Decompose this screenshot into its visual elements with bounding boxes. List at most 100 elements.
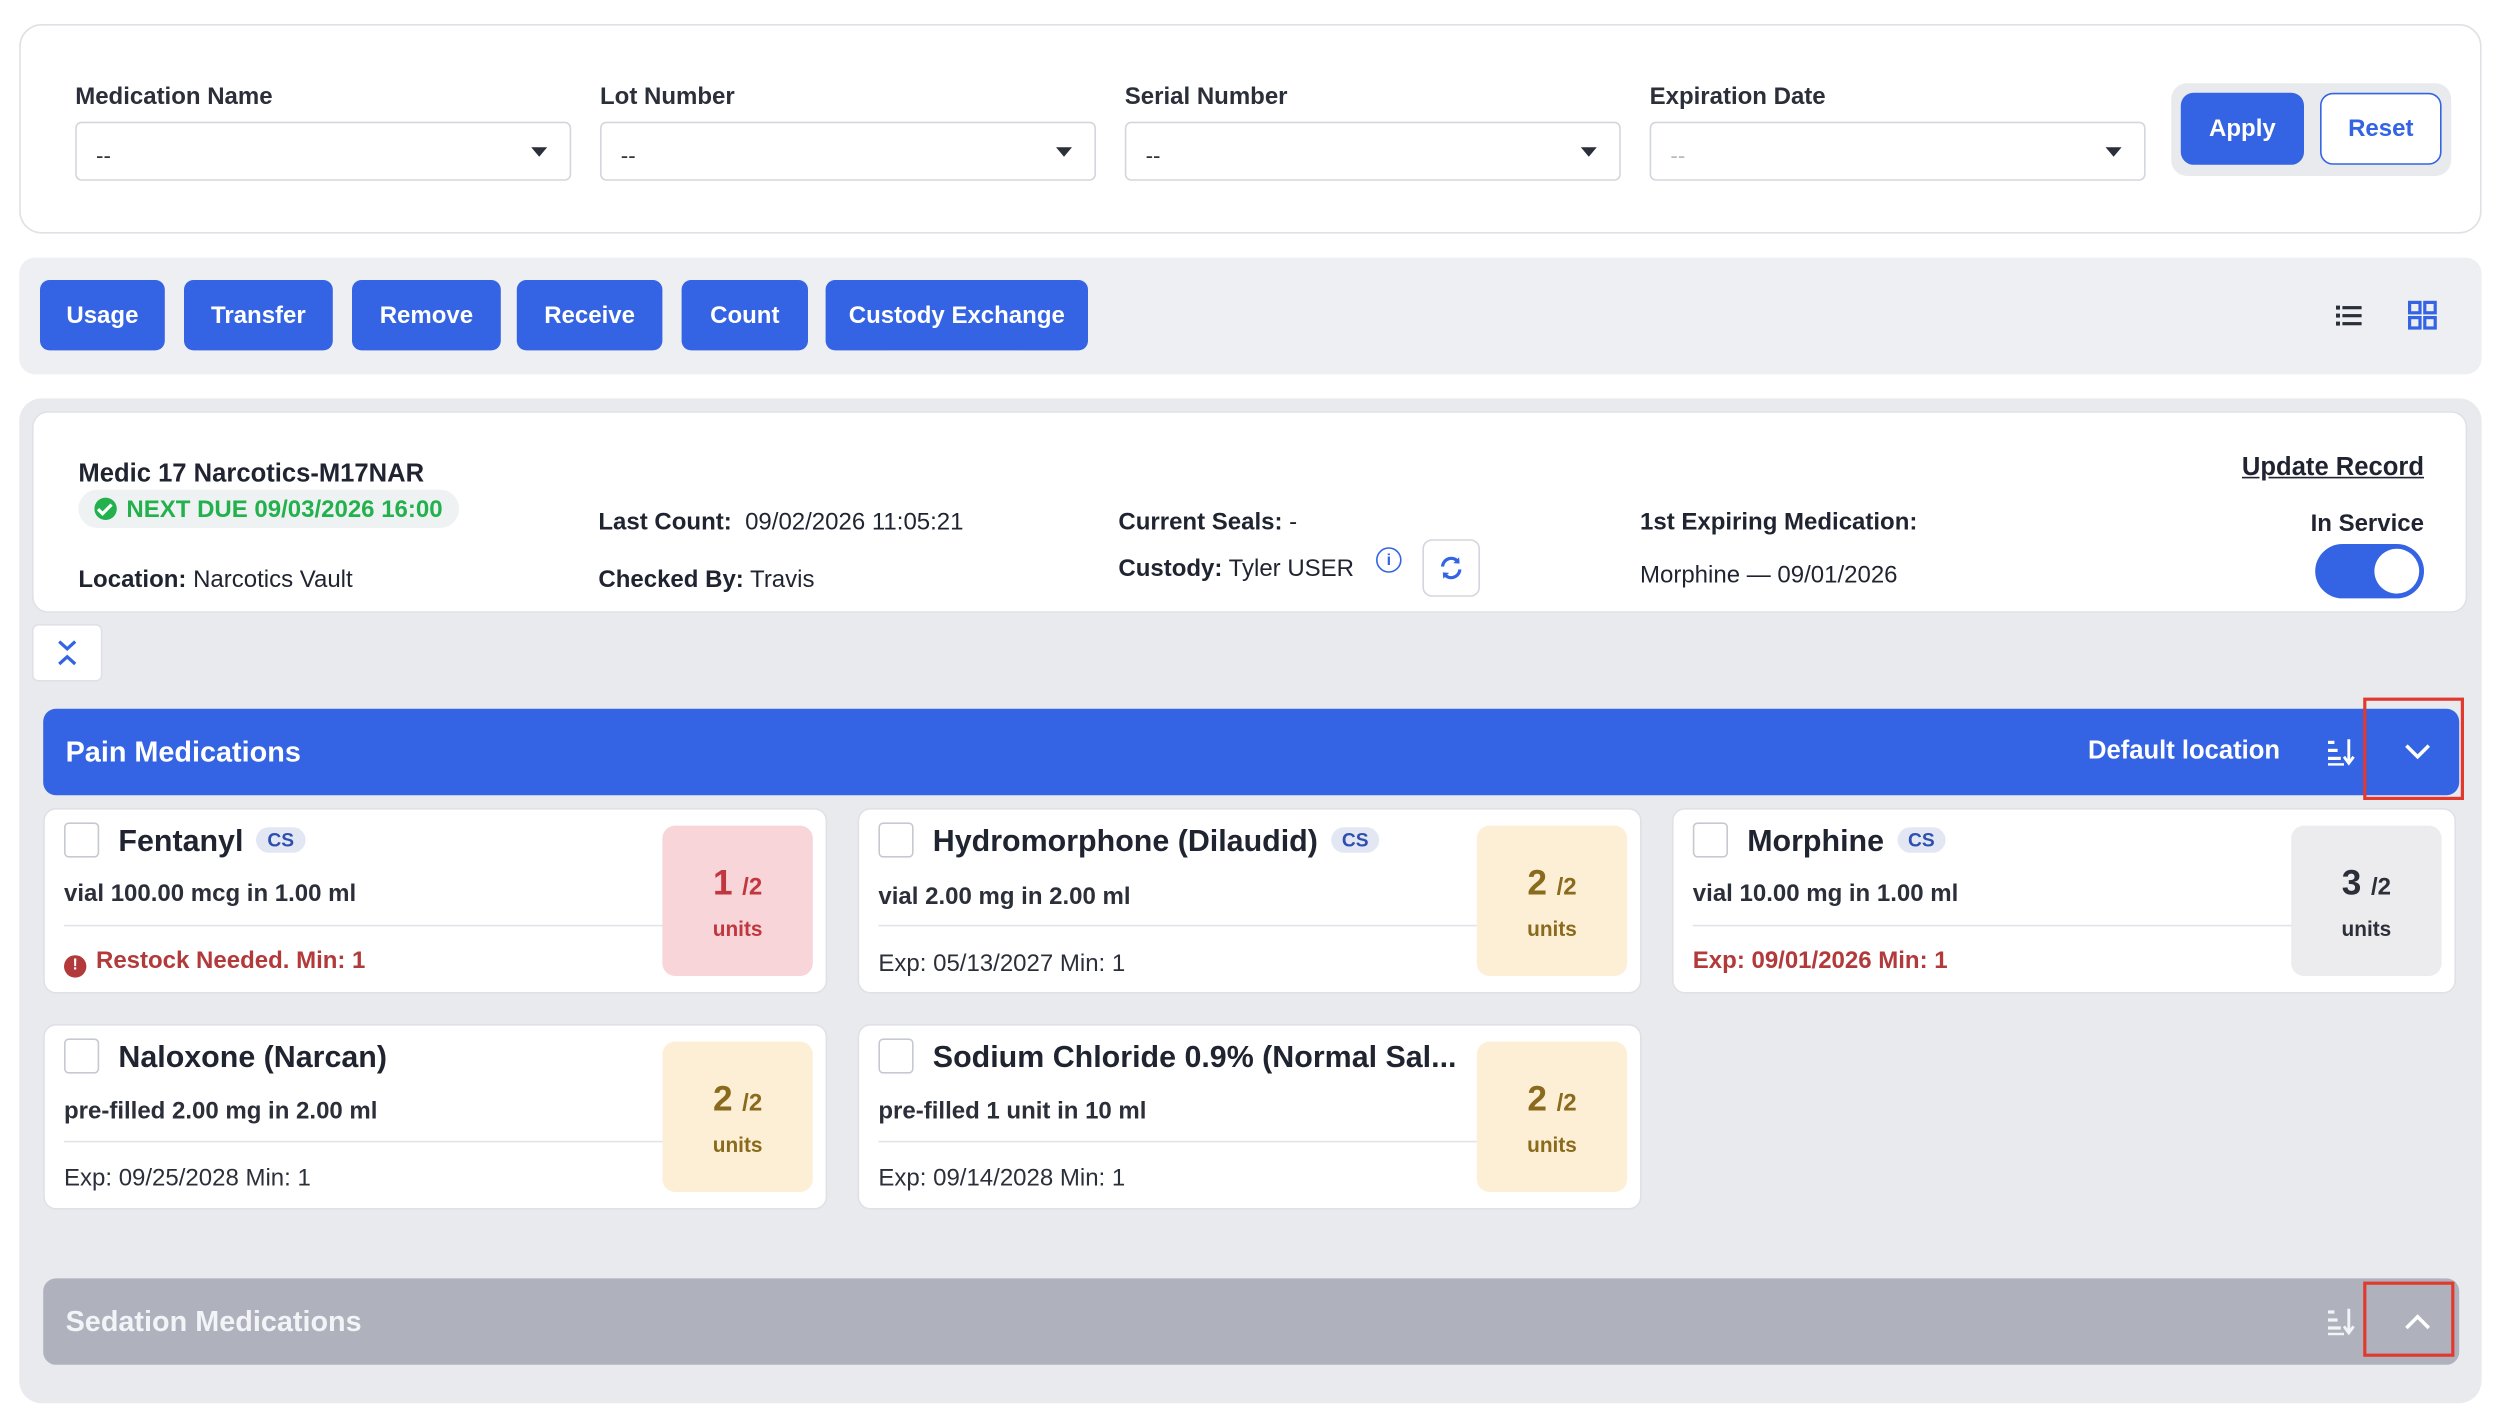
reset-button[interactable]: Reset: [2320, 92, 2442, 165]
qty-unit: units: [2341, 916, 2392, 940]
serial-number-select[interactable]: --: [1124, 121, 1621, 181]
qty-total: /2: [1556, 872, 1577, 900]
custody-exchange-button[interactable]: Custody Exchange: [825, 280, 1088, 351]
in-service-label: In Service: [2310, 510, 2424, 538]
update-record-link[interactable]: Update Record: [2242, 454, 2424, 483]
qty-box: 2/2 units: [1476, 825, 1628, 976]
qty-total: /2: [1556, 1088, 1577, 1116]
grid-view-icon[interactable]: [2406, 299, 2438, 331]
qty-unit: units: [712, 1132, 763, 1156]
remove-button[interactable]: Remove: [352, 280, 501, 351]
med-checkbox[interactable]: [878, 822, 914, 858]
collapse-chevrons-icon: [58, 640, 77, 666]
qty-unit: units: [1527, 1132, 1577, 1156]
med-name: Fentanyl CS: [118, 826, 306, 861]
usage-button[interactable]: Usage: [40, 280, 165, 351]
first-expiring-info: 1st Expiring Medication:: [1640, 509, 1917, 536]
qty-unit: units: [712, 916, 763, 940]
filter-lot-number: Lot Number --: [600, 83, 1096, 181]
check-circle-icon: [94, 497, 117, 520]
filter-label: Expiration Date: [1649, 83, 1826, 111]
divider: [878, 924, 1484, 927]
cs-badge: CS: [1330, 827, 1380, 853]
checked-by-value: Travis: [750, 566, 815, 594]
highlight-box: [2363, 697, 2464, 800]
first-expiring-value: Morphine — 09/01/2026: [1640, 561, 1898, 589]
filter-serial-number: Serial Number --: [1124, 83, 1621, 181]
filter-label: Lot Number: [600, 83, 735, 111]
refresh-icon: [1440, 556, 1462, 580]
med-card[interactable]: Morphine CS vial 10.00 mg in 1.00 ml Exp:…: [1672, 808, 2456, 994]
info-icon[interactable]: i: [1376, 547, 1402, 573]
med-card[interactable]: Naloxone (Narcan) pre-filled 2.00 mg in …: [43, 1024, 828, 1210]
group-title: Sedation Medications: [65, 1304, 362, 1337]
med-card[interactable]: Fentanyl CS vial 100.00 mcg in 1.00 ml ! R…: [43, 808, 828, 994]
group-header-sedation[interactable]: Sedation Medications: [43, 1278, 2460, 1365]
divider: [64, 1140, 669, 1143]
cs-badge: CS: [256, 827, 306, 853]
unit-info-card: Medic 17 Narcotics-M17NAR NEXT DUE 09/03…: [32, 411, 2468, 613]
sort-icon[interactable]: [2325, 736, 2357, 768]
med-form: vial 100.00 mcg in 1.00 ml: [64, 880, 357, 908]
med-form: pre-filled 2.00 mg in 2.00 ml: [64, 1097, 378, 1125]
med-status: Exp: 09/25/2028 Min: 1: [64, 1164, 311, 1192]
filter-label: Serial Number: [1124, 83, 1288, 111]
medication-name-select[interactable]: --: [75, 121, 572, 181]
qty-count: 1: [712, 861, 733, 902]
expiration-date-select[interactable]: --: [1649, 121, 2146, 181]
count-button[interactable]: Count: [681, 280, 808, 351]
med-status: Exp: 09/01/2026 Min: 1: [1692, 947, 1948, 975]
last-count-label: Last Count:: [598, 508, 732, 536]
checked-by-info: Checked By: Travis: [598, 566, 814, 593]
med-checkbox[interactable]: [878, 1038, 914, 1074]
next-due-badge: NEXT DUE 09/03/2026 16:00: [78, 489, 459, 528]
divider: [878, 1140, 1484, 1143]
group-title: Pain Medications: [65, 735, 301, 768]
caret-down-icon: [531, 147, 548, 157]
custody-label: Custody:: [1118, 555, 1223, 583]
med-status: Exp: 05/13/2027 Min: 1: [878, 950, 1126, 978]
receive-button[interactable]: Receive: [516, 280, 663, 351]
transfer-button[interactable]: Transfer: [184, 280, 333, 351]
location-label: Location:: [78, 566, 187, 594]
caret-down-icon: [1056, 147, 1072, 157]
filter-medication-name: Medication Name --: [75, 83, 572, 181]
sort-icon[interactable]: [2325, 1306, 2357, 1338]
default-location-label[interactable]: Default location: [2088, 709, 2280, 795]
qty-total: /2: [742, 1088, 763, 1116]
apply-button[interactable]: Apply: [2180, 92, 2304, 165]
med-form: pre-filled 1 unit in 10 ml: [878, 1097, 1147, 1125]
last-count-info: Last Count: 09/02/2026 11:05:21: [598, 509, 963, 536]
group-header-pain[interactable]: Pain Medications Default location: [43, 708, 2460, 796]
last-count-value: 09/02/2026 11:05:21: [745, 508, 964, 536]
action-bar: Usage Transfer Remove Receive Count Cust…: [19, 257, 2482, 375]
med-checkbox[interactable]: [64, 822, 100, 858]
qty-count: 3: [2341, 861, 2362, 902]
divider: [64, 924, 669, 927]
med-checkbox[interactable]: [1692, 822, 1728, 858]
med-form: vial 10.00 mg in 1.00 ml: [1692, 880, 1959, 908]
checked-by-label: Checked By:: [598, 566, 744, 594]
qty-box: 2/2 units: [1476, 1041, 1628, 1192]
collapse-all-button[interactable]: [32, 624, 103, 682]
med-checkbox[interactable]: [64, 1038, 100, 1074]
qty-count: 2: [712, 1077, 733, 1118]
location-value: Narcotics Vault: [193, 566, 353, 594]
qty-unit: units: [1527, 916, 1577, 940]
seals-info: Current Seals: -: [1118, 509, 1297, 536]
med-card[interactable]: Sodium Chloride 0.9% (Normal Sal... pre-…: [857, 1024, 1642, 1210]
in-service-toggle[interactable]: [2315, 544, 2424, 599]
med-status: Exp: 09/14/2028 Min: 1: [878, 1164, 1126, 1192]
custody-info: Custody: Tyler USER: [1118, 555, 1354, 582]
refresh-custody-button[interactable]: [1422, 539, 1480, 597]
unit-name: Medic 17 Narcotics-M17NAR: [78, 460, 425, 488]
qty-total: /2: [742, 872, 763, 900]
lot-number-select[interactable]: --: [600, 121, 1096, 181]
list-view-icon[interactable]: [2333, 299, 2365, 331]
location-info: Location: Narcotics Vault: [78, 566, 352, 593]
custody-value: Tyler USER: [1228, 555, 1355, 583]
med-card[interactable]: Hydromorphone (Dilaudid) CS vial 2.00 mg …: [857, 808, 1642, 994]
filter-actions: Apply Reset: [2171, 83, 2452, 176]
med-name: Naloxone (Narcan): [118, 1041, 388, 1076]
caret-down-icon: [2105, 147, 2122, 157]
